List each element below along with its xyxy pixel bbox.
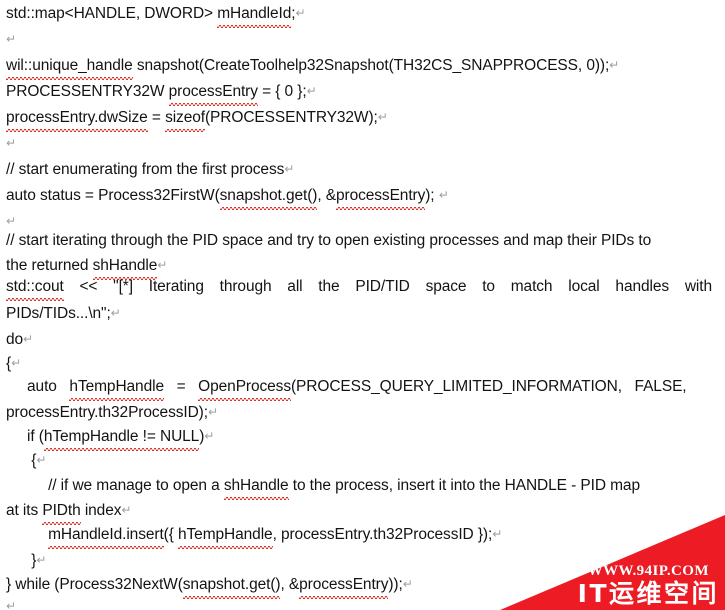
paragraph-mark: ↵ bbox=[36, 553, 47, 567]
code-text-body[interactable]: std::map<HANDLE, DWORD> mHandleId;↵ ↵ wi… bbox=[0, 0, 725, 610]
code-line: ↵ bbox=[6, 130, 719, 156]
paragraph-mark: ↵ bbox=[207, 405, 218, 419]
paragraph-mark: ↵ bbox=[492, 527, 503, 541]
paragraph-mark: ↵ bbox=[6, 136, 17, 150]
paragraph-mark: ↵ bbox=[6, 599, 17, 610]
code-line: mHandleId.insert({ hTempHandle, processE… bbox=[6, 521, 719, 549]
paragraph-mark: ↵ bbox=[11, 356, 22, 370]
paragraph-mark: ↵ bbox=[121, 503, 132, 517]
code-line: }↵ bbox=[6, 552, 47, 569]
document-page: std::map<HANDLE, DWORD> mHandleId;↵ ↵ wi… bbox=[0, 0, 725, 610]
code-line: std::map<HANDLE, DWORD> mHandleId;↵ bbox=[6, 0, 719, 28]
code-line: wil::unique_handle snapshot(CreateToolhe… bbox=[6, 52, 719, 80]
paragraph-mark: ↵ bbox=[402, 577, 413, 591]
code-line: ↵ bbox=[6, 593, 719, 610]
code-line: processEntry.dwSize = sizeof(PROCESSENTR… bbox=[6, 104, 719, 132]
paragraph-mark: ↵ bbox=[306, 84, 317, 98]
code-line: auto status = Process32FirstW(snapshot.g… bbox=[6, 182, 719, 210]
code-line: if (hTempHandle != NULL)↵ bbox=[6, 423, 719, 451]
paragraph-mark: ↵ bbox=[204, 429, 215, 443]
paragraph-mark: ↵ bbox=[377, 110, 388, 124]
paragraph-mark: ↵ bbox=[295, 6, 306, 20]
code-line: at its PIDth index↵ bbox=[6, 497, 719, 525]
code-line: {↵ bbox=[6, 452, 47, 469]
paragraph-mark: ↵ bbox=[438, 188, 449, 202]
code-line: PIDs/TIDs...\n";↵ bbox=[6, 305, 121, 322]
paragraph-mark: ↵ bbox=[23, 332, 34, 346]
paragraph-mark: ↵ bbox=[6, 32, 17, 46]
paragraph-mark: ↵ bbox=[609, 58, 620, 72]
code-line: auto hTempHandle = OpenProcess(PROCESS_Q… bbox=[6, 374, 719, 401]
paragraph-mark: ↵ bbox=[157, 258, 168, 272]
paragraph-mark: ↵ bbox=[284, 162, 295, 176]
code-line: {↵ bbox=[6, 355, 22, 372]
code-line: // start iterating through the PID space… bbox=[6, 232, 652, 249]
code-line: std::cout << "[*] Iterating through all … bbox=[6, 274, 712, 301]
code-line: do↵ bbox=[6, 331, 34, 348]
code-line: ↵ bbox=[6, 26, 719, 52]
paragraph-mark: ↵ bbox=[36, 453, 47, 467]
paragraph-mark: ↵ bbox=[110, 306, 121, 320]
code-line: // start enumerating from the first proc… bbox=[6, 161, 295, 178]
code-line: // if we manage to open a shHandle to th… bbox=[6, 473, 719, 500]
code-line: processEntry.th32ProcessID);↵ bbox=[6, 404, 218, 421]
code-line: PROCESSENTRY32W processEntry = { 0 };↵ bbox=[6, 78, 719, 106]
paragraph-mark: ↵ bbox=[6, 214, 17, 228]
